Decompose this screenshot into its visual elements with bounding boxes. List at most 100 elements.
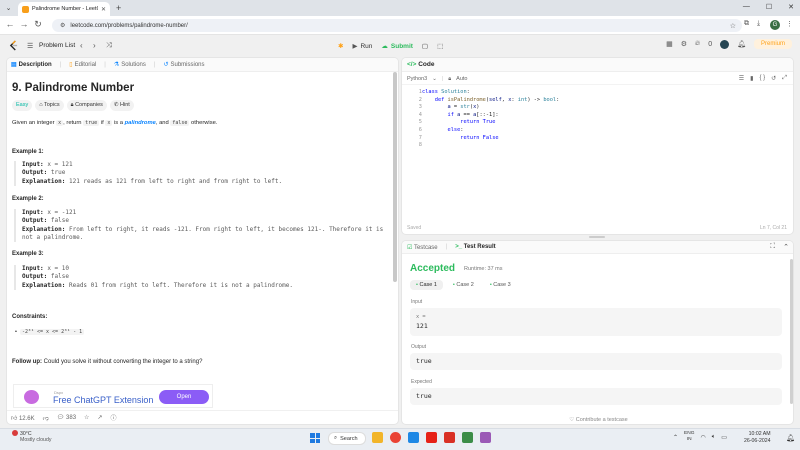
search-icon: ⌕ [334, 435, 338, 441]
help-icon[interactable]: ⓘ [110, 413, 116, 422]
language-indicator[interactable]: ENG IN [684, 431, 694, 443]
prev-problem-icon[interactable]: ‹ [80, 41, 83, 50]
weather-widget[interactable]: 30°C Mostly cloudy [20, 431, 51, 443]
notes-icon[interactable]: ☰ [739, 75, 744, 82]
favorite-star-icon[interactable]: ☆ [84, 414, 89, 421]
notifications-icon[interactable]: 🔔︎ [786, 434, 795, 442]
browser-menu-icon[interactable]: ⋮ [786, 20, 793, 28]
tab-editorial[interactable]: ▯ Editorial [69, 61, 96, 69]
mode-label[interactable]: Auto [456, 76, 467, 83]
extension-icon[interactable]: ⧉ [744, 20, 749, 28]
share-icon[interactable]: ↗ [97, 414, 102, 421]
follow-up: Follow up: Could you solve it without co… [12, 359, 202, 365]
wifi-icon[interactable]: ◠ [700, 434, 705, 441]
result-scrollbar[interactable] [790, 259, 793, 404]
panel-resizer[interactable] [401, 236, 794, 239]
taskbar-search[interactable]: ⌕ Search [328, 432, 366, 445]
close-window-icon[interactable]: ✕ [788, 3, 794, 11]
chrome-icon[interactable] [390, 432, 401, 443]
fullscreen-editor-icon[interactable]: ⬚ [437, 42, 443, 50]
lock-icon: 🔒︎ [448, 76, 452, 82]
dislike-icon[interactable]: 👎︎ [43, 414, 49, 422]
hint-chip[interactable]: ✆ Hint [109, 100, 134, 111]
tab-testcase[interactable]: ☑ Testcase [407, 244, 438, 251]
clock[interactable]: 10:02 AM 26-06-2024 [744, 431, 771, 445]
bookmark-icon[interactable]: ▮ [750, 75, 753, 82]
left-scrollbar[interactable] [393, 72, 397, 282]
profile-avatar[interactable]: G [770, 20, 780, 30]
tab-code[interactable]: </> Code [407, 61, 434, 68]
format-icon[interactable]: { } [759, 75, 765, 82]
mail-icon[interactable] [444, 432, 455, 443]
problem-list-icon[interactable]: ☰ [27, 42, 33, 50]
run-button[interactable]: ▶ Run [352, 42, 372, 51]
ad-banner[interactable]: Dspx Free ChatGPT Extension Open [13, 384, 213, 408]
system-tray: ⌃ ENG IN ◠ 🔈︎ ▭ [673, 431, 727, 443]
new-tab-button[interactable]: + [116, 3, 121, 13]
language-label[interactable]: Python3 [407, 76, 427, 83]
tray-overflow-icon[interactable]: ⌃ [673, 434, 678, 441]
tab-solutions[interactable]: ⚗ Solutions [114, 61, 146, 69]
maximize-icon[interactable]: ☐ [766, 3, 772, 11]
leetcode-logo-icon[interactable] [9, 40, 18, 51]
user-avatar[interactable] [720, 39, 730, 49]
reset-icon[interactable]: ↺ [771, 75, 776, 82]
app-icon[interactable] [480, 432, 491, 443]
downloads-icon[interactable]: ⤓ [757, 20, 760, 28]
maximize-panel-icon[interactable]: ⛶ [770, 243, 775, 251]
file-explorer-icon[interactable] [372, 432, 383, 443]
like-button[interactable]: 👍︎ 12.6K [11, 414, 35, 422]
close-tab-icon[interactable]: ✕ [101, 6, 106, 13]
case-tab-2[interactable]: • Case 2 [447, 280, 480, 290]
palindrome-link[interactable]: palindrome [125, 120, 156, 126]
volume-icon[interactable]: 🔈︎ [712, 434, 716, 441]
problem-list-link[interactable]: Problem List [39, 42, 75, 49]
notification-bell-icon[interactable]: 🔔︎ [737, 40, 746, 48]
ad-title[interactable]: Free ChatGPT Extension [53, 395, 153, 405]
case-tab-3[interactable]: • Case 3 [484, 280, 517, 290]
case-label: Case 2 [456, 282, 474, 288]
topics-chip[interactable]: ⌂ Topics [35, 100, 64, 111]
debug-icon[interactable]: ✱ [338, 42, 343, 50]
clock-time: 10:02 AM [748, 431, 771, 437]
companies-chip[interactable]: 🔒︎ Companies [66, 100, 107, 111]
language-selector[interactable]: Python3 ⌄ | 🔒︎ Auto [407, 76, 468, 83]
youtube-icon[interactable] [426, 432, 437, 443]
settings-icon[interactable]: ⚙ [681, 40, 687, 48]
whatsapp-icon[interactable] [462, 432, 473, 443]
notes-icon[interactable]: ▢ [422, 42, 428, 50]
back-icon[interactable]: ← [4, 19, 16, 29]
url-text[interactable]: leetcode.com/problems/palindrome-number/ [70, 23, 724, 29]
tab-test-result[interactable]: >_ Test Result [455, 244, 495, 250]
edge-icon[interactable] [408, 432, 419, 443]
streak-icon[interactable]: 🔥︎ [695, 40, 700, 48]
omnibox[interactable]: ⚙ leetcode.com/problems/palindrome-numbe… [52, 19, 742, 32]
inline-code: true [83, 120, 100, 126]
next-problem-icon[interactable]: › [93, 41, 96, 50]
tab-description[interactable]: ▤ Description [11, 61, 52, 69]
site-info-icon[interactable]: ⚙ [60, 22, 65, 29]
ad-open-button[interactable]: Open [159, 390, 209, 404]
forward-icon[interactable]: → [18, 19, 30, 29]
reload-icon[interactable]: ↻ [32, 19, 44, 30]
expand-icon[interactable]: ⤢ [782, 75, 787, 82]
case-tab-1[interactable]: • Case 1 [410, 280, 443, 290]
code-body[interactable]: class Solution: def isPalindrome(self, x… [422, 89, 559, 150]
streak-count: 0 [708, 40, 713, 48]
problem-title[interactable]: 9. Palindrome Number [12, 82, 134, 94]
resize-grip[interactable] [589, 236, 605, 238]
minimize-icon[interactable]: — [743, 3, 750, 11]
bookmark-star-icon[interactable]: ☆ [730, 22, 736, 30]
battery-icon[interactable]: ▭ [721, 434, 727, 441]
windows-start-icon[interactable] [310, 433, 320, 443]
collapse-panel-icon[interactable]: ⌃ [783, 243, 789, 251]
contribute-testcase-link[interactable]: ♡ Contribute a testcase [402, 417, 793, 423]
shuffle-icon[interactable]: ⤨ [106, 42, 112, 50]
tab-search-icon[interactable]: ⌄ [4, 4, 13, 13]
comments-button[interactable]: 💬︎ 383 [57, 414, 76, 421]
tab-submissions[interactable]: ↺ Submissions [163, 61, 204, 69]
browser-tab[interactable]: Palindrome Number - LeetCo... ✕ [18, 2, 110, 16]
layout-icon[interactable]: ▦ [666, 40, 673, 48]
submit-button[interactable]: ☁ Submit [381, 42, 413, 51]
premium-button[interactable]: Premium [753, 39, 792, 49]
